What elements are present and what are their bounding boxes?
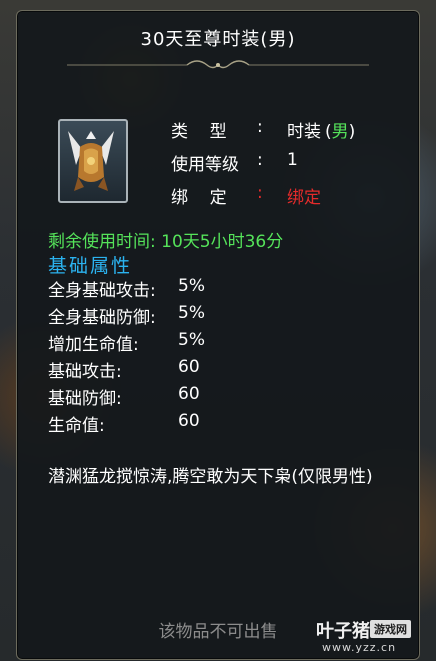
stat-label: 基础攻击: bbox=[48, 362, 122, 382]
stat-label: 全身基础攻击: bbox=[48, 281, 156, 301]
watermark-badge: 游戏网 bbox=[370, 620, 411, 638]
stat-label: 基础防御: bbox=[48, 389, 122, 409]
property-type-row: 类 型 : 时装 (男) bbox=[17, 117, 419, 142]
stat-value: 60 bbox=[178, 384, 200, 404]
stat-row: 全身基础攻击: 5% bbox=[48, 276, 205, 301]
type-colon: : bbox=[257, 117, 263, 137]
item-description: 潜渊猛龙搅惊涛,腾空敢为天下枭(仅限男性) bbox=[48, 467, 373, 487]
property-bind-row: 绑 定 : 绑定 bbox=[17, 183, 419, 208]
stat-label: 全身基础防御: bbox=[48, 308, 156, 328]
stat-value: 5% bbox=[178, 330, 205, 350]
bind-colon: : bbox=[257, 183, 263, 203]
stat-value: 5% bbox=[178, 303, 205, 323]
item-tooltip: 30天至尊时装(男) 类 型 : 时装(男) 使用等级 : 1 绑 定 : 绑 bbox=[16, 10, 420, 660]
property-level-row: 使用等级 : 1 bbox=[17, 150, 419, 175]
type-label: 类 型 bbox=[171, 122, 227, 142]
title-ornament bbox=[67, 60, 369, 69]
stat-value: 60 bbox=[178, 411, 200, 431]
level-value: 1 bbox=[287, 150, 298, 170]
bind-label: 绑 定 bbox=[171, 188, 227, 208]
section-title-basic-attributes: 基础属性 bbox=[48, 255, 133, 277]
stat-row: 基础攻击: 60 bbox=[48, 357, 200, 382]
level-colon: : bbox=[257, 150, 263, 170]
remaining-time: 剩余使用时间: 10天5小时36分 bbox=[48, 232, 284, 252]
stat-row: 全身基础防御: 5% bbox=[48, 303, 205, 328]
item-title: 30天至尊时装(男) bbox=[140, 29, 296, 50]
stat-row: 生命值: 60 bbox=[48, 411, 200, 436]
stat-row: 基础防御: 60 bbox=[48, 384, 200, 409]
stat-value: 5% bbox=[178, 276, 205, 296]
stat-value: 60 bbox=[178, 357, 200, 377]
stat-label: 生命值: bbox=[48, 416, 105, 436]
type-value: 时装 (男) bbox=[287, 122, 356, 142]
watermark-name: 叶子猪 bbox=[316, 621, 370, 642]
site-watermark: 叶子猪 游戏网 www.yzz.cn bbox=[316, 617, 434, 657]
stat-row: 增加生命值: 5% bbox=[48, 330, 205, 355]
bind-value: 绑定 bbox=[287, 188, 321, 208]
stat-label: 增加生命值: bbox=[48, 335, 139, 355]
watermark-url: www.yzz.cn bbox=[322, 641, 397, 654]
level-label: 使用等级 bbox=[171, 155, 239, 175]
